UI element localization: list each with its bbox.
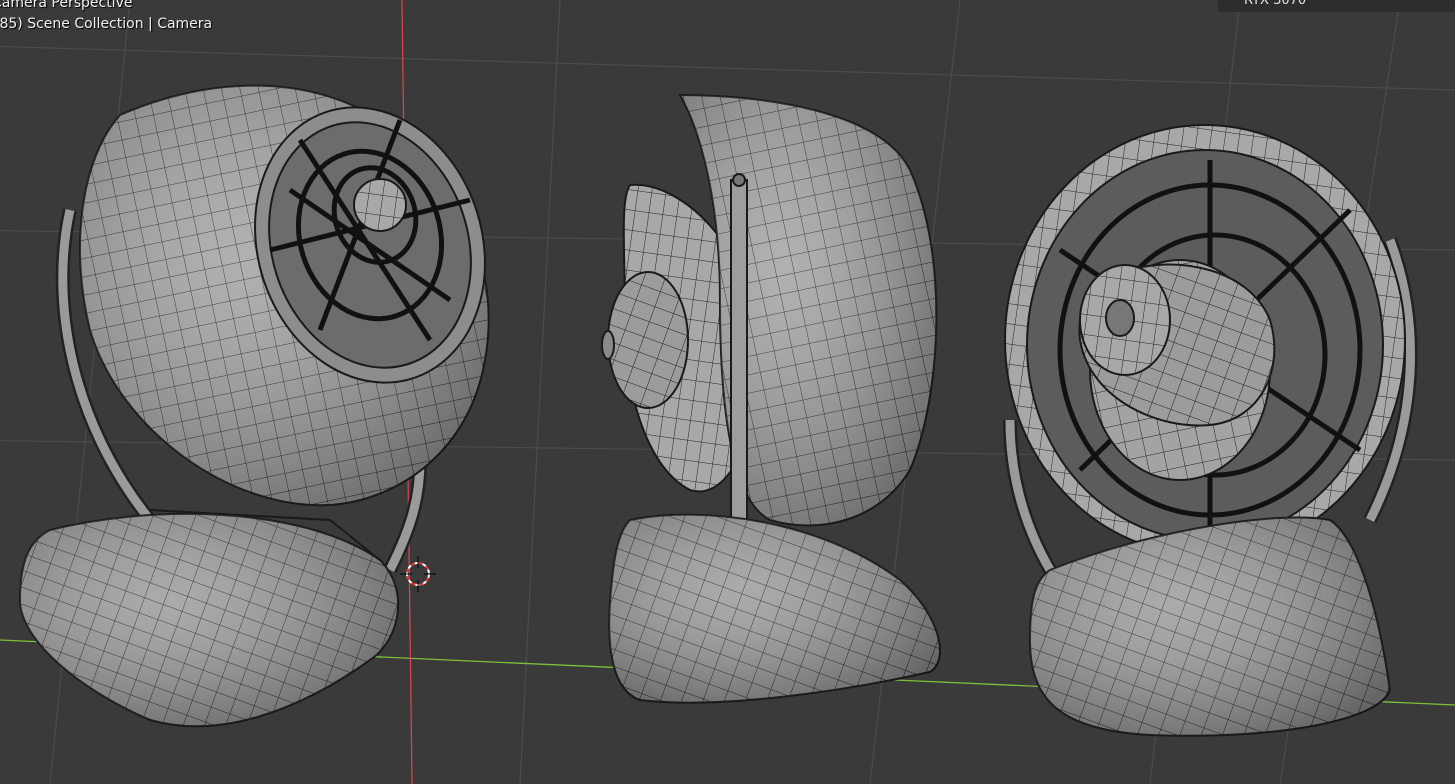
3d-cursor-icon bbox=[400, 556, 436, 592]
collection-label: (85) Scene Collection | Camera bbox=[0, 16, 213, 32]
scene-canvas[interactable] bbox=[0, 0, 1455, 784]
fan-right bbox=[1003, 124, 1418, 737]
hud-text: RTX 3070 bbox=[1244, 0, 1307, 8]
fan-left bbox=[18, 84, 490, 728]
viewport-hud: RTX 3070 bbox=[1218, 0, 1455, 12]
view-mode-label: Camera Perspective bbox=[0, 0, 133, 11]
fan-middle bbox=[601, 93, 941, 704]
3d-viewport[interactable]: Camera Perspective (85) Scene Collection… bbox=[0, 0, 1455, 784]
